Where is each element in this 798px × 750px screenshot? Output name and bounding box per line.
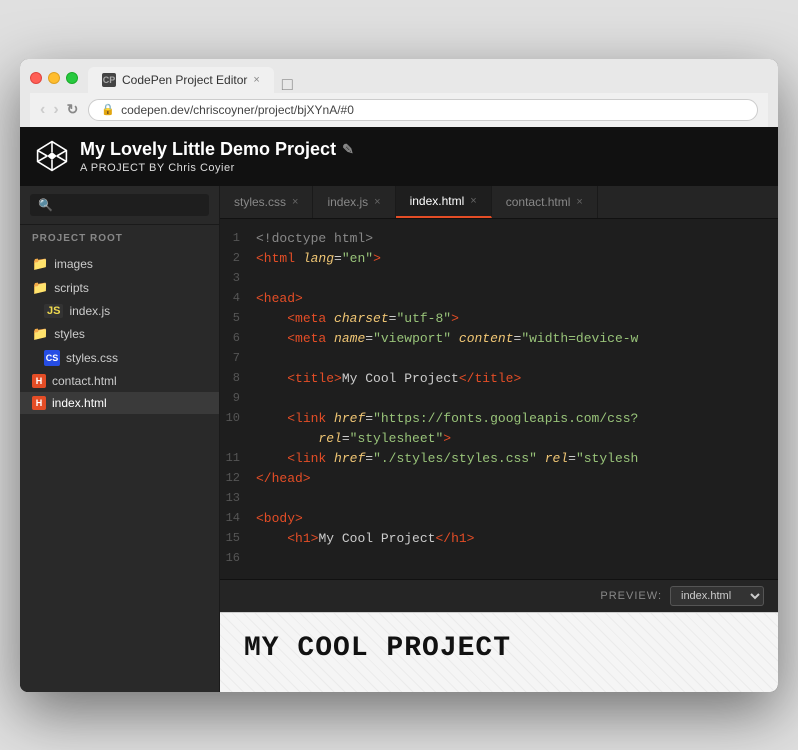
search-icon: 🔍: [38, 198, 53, 212]
code-line-14: 14 <body>: [220, 509, 778, 529]
lock-icon: 🔒: [101, 103, 115, 116]
sidebar-search: 🔍: [20, 186, 219, 225]
tab-label: index.html: [410, 194, 465, 208]
file-name: contact.html: [52, 374, 117, 388]
folder-icon: 📁: [32, 326, 48, 342]
code-line-6: 6 <meta name="viewport" content="width=d…: [220, 329, 778, 349]
tab-close-icon[interactable]: ×: [292, 196, 298, 208]
maximize-traffic-light[interactable]: [66, 72, 78, 84]
tab-close-icon[interactable]: ×: [470, 195, 476, 207]
close-traffic-light[interactable]: [30, 72, 42, 84]
code-line-12: 12 </head>: [220, 469, 778, 489]
code-line-15: 15 <h1>My Cool Project</h1>: [220, 529, 778, 549]
code-line-2: 2 <html lang="en">: [220, 249, 778, 269]
forward-button[interactable]: ›: [53, 101, 58, 119]
file-name: index.html: [52, 396, 107, 410]
code-line-4: 4 <head>: [220, 289, 778, 309]
refresh-button[interactable]: ↻: [67, 101, 79, 119]
file-item-indexhtml[interactable]: H index.html: [20, 392, 219, 414]
browser-chrome: CP CodePen Project Editor × □ ‹ › ↻ 🔒 co…: [20, 59, 778, 127]
tab-favicon: CP: [102, 73, 116, 87]
folder-icon: 📁: [32, 256, 48, 272]
code-line-16: 16: [220, 549, 778, 569]
file-item-styles[interactable]: 📁 styles: [20, 322, 219, 346]
address-text: codepen.dev/chriscoyner/project/bjXYnA/#…: [121, 103, 354, 117]
preview-bar: PREVIEW: index.html contact.html: [220, 579, 778, 612]
code-line-1: 1 <!doctype html>: [220, 229, 778, 249]
preview-area: MY COOL PROJECT: [220, 612, 778, 692]
js-file-icon: JS: [44, 304, 63, 318]
file-name: images: [54, 257, 93, 271]
preview-label: PREVIEW:: [600, 590, 662, 602]
code-line-13: 13: [220, 489, 778, 509]
tab-close-icon[interactable]: ×: [576, 196, 582, 208]
new-tab-button[interactable]: □: [274, 75, 301, 93]
css-file-icon: CS: [44, 350, 60, 366]
tab-close-button[interactable]: ×: [253, 74, 259, 86]
file-item-scripts[interactable]: 📁 scripts: [20, 276, 219, 300]
editor-tabs: styles.css × index.js × index.html × con…: [220, 186, 778, 219]
code-line-11a: rel="stylesheet">: [220, 429, 778, 449]
file-item-contacthtml[interactable]: H contact.html: [20, 370, 219, 392]
file-name: index.js: [69, 304, 110, 318]
code-line-9: 9: [220, 389, 778, 409]
address-bar: ‹ › ↻ 🔒 codepen.dev/chriscoyner/project/…: [30, 93, 768, 127]
tab-styles-css[interactable]: styles.css ×: [220, 186, 313, 218]
preview-page-title: MY COOL PROJECT: [244, 633, 754, 664]
nav-buttons: ‹ › ↻: [40, 101, 78, 119]
project-root-label: PROJECT ROOT: [20, 225, 219, 248]
edit-project-title-icon[interactable]: ✎: [342, 141, 354, 158]
file-item-indexjs[interactable]: JS index.js: [20, 300, 219, 322]
file-item-images[interactable]: 📁 images: [20, 252, 219, 276]
tab-label: index.js: [327, 195, 368, 209]
tab-contact-html[interactable]: contact.html ×: [492, 186, 598, 218]
code-line-3: 3: [220, 269, 778, 289]
code-line-8: 8 <title>My Cool Project</title>: [220, 369, 778, 389]
browser-tab-active[interactable]: CP CodePen Project Editor ×: [88, 67, 274, 93]
file-item-stylescss[interactable]: CS styles.css: [20, 346, 219, 370]
tab-label: contact.html: [506, 195, 571, 209]
code-editor[interactable]: 1 <!doctype html> 2 <html lang="en"> 3 4…: [220, 219, 778, 579]
code-line-5: 5 <meta charset="utf-8">: [220, 309, 778, 329]
tab-index-js[interactable]: index.js ×: [313, 186, 395, 218]
header-text: My Lovely Little Demo Project ✎ A PROJEC…: [80, 139, 762, 174]
tab-title: CodePen Project Editor: [122, 73, 247, 87]
preview-file-select[interactable]: index.html contact.html: [670, 586, 764, 606]
traffic-lights: [30, 68, 78, 92]
file-name: styles.css: [66, 351, 118, 365]
tab-close-icon[interactable]: ×: [374, 196, 380, 208]
tab-index-html[interactable]: index.html ×: [396, 186, 492, 218]
browser-window: CP CodePen Project Editor × □ ‹ › ↻ 🔒 co…: [20, 59, 778, 692]
code-line-10: 10 <link href="https://fonts.googleapis.…: [220, 409, 778, 429]
project-author: A PROJECT BY Chris Coyier: [80, 162, 762, 174]
project-title: My Lovely Little Demo Project ✎: [80, 139, 762, 160]
search-input-wrap[interactable]: 🔍: [30, 194, 209, 216]
app-header: My Lovely Little Demo Project ✎ A PROJEC…: [20, 127, 778, 186]
code-line-7: 7: [220, 349, 778, 369]
file-name: scripts: [54, 281, 89, 295]
browser-tabs: CP CodePen Project Editor × □: [88, 67, 301, 93]
codepen-logo: [36, 140, 68, 172]
minimize-traffic-light[interactable]: [48, 72, 60, 84]
code-line-11b: 11 <link href="./styles/styles.css" rel=…: [220, 449, 778, 469]
file-tree: 📁 images 📁 scripts JS index.js 📁 styles: [20, 248, 219, 418]
folder-icon: 📁: [32, 280, 48, 296]
address-bar-input[interactable]: 🔒 codepen.dev/chriscoyner/project/bjXYnA…: [88, 99, 758, 121]
file-name: styles: [54, 327, 85, 341]
back-button[interactable]: ‹: [40, 101, 45, 119]
editor-area: styles.css × index.js × index.html × con…: [220, 186, 778, 692]
project-title-text: My Lovely Little Demo Project: [80, 139, 336, 160]
tab-label: styles.css: [234, 195, 286, 209]
html-file-icon: H: [32, 374, 46, 388]
sidebar: 🔍 PROJECT ROOT 📁 images 📁 scripts JS: [20, 186, 220, 692]
main-layout: 🔍 PROJECT ROOT 📁 images 📁 scripts JS: [20, 186, 778, 692]
html-file-icon: H: [32, 396, 46, 410]
